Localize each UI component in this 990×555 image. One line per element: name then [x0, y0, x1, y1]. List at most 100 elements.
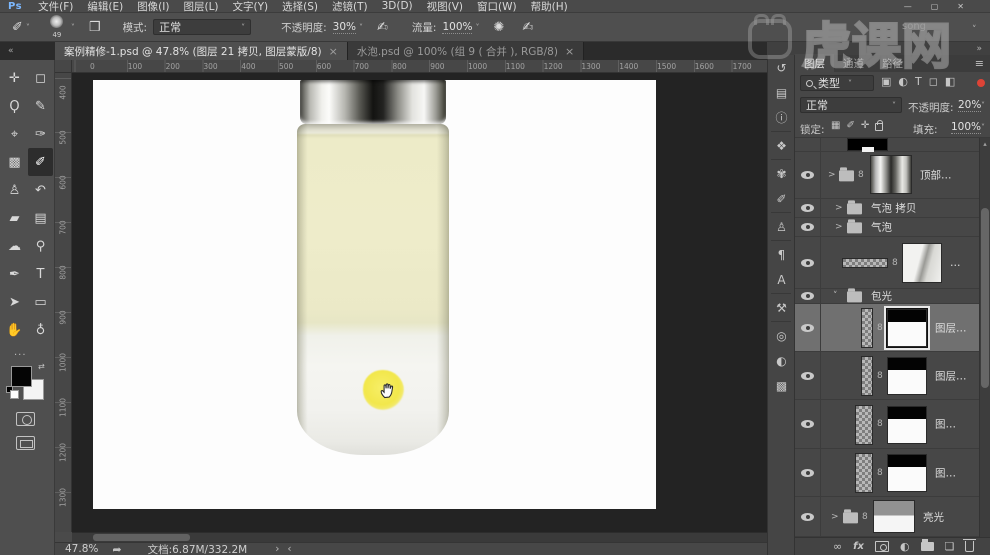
lock-pixels-icon[interactable]: ✐	[846, 120, 854, 131]
history-brush-tool[interactable]: ↶	[28, 176, 53, 204]
tab-layers[interactable]: 图层	[795, 54, 834, 73]
layer-row-partial[interactable]	[795, 138, 979, 152]
type-tool[interactable]: T	[28, 260, 53, 288]
visibility-eye-icon[interactable]	[801, 292, 814, 300]
smudge-tool[interactable]: ☁	[2, 232, 27, 260]
blend-mode-select[interactable]: 正常 ˅	[153, 19, 252, 35]
visibility-eye-icon[interactable]	[801, 512, 814, 521]
layer-thumbnail[interactable]	[855, 405, 873, 445]
tools-collapse-icon[interactable]: «	[0, 46, 55, 56]
opacity-value[interactable]: 30%	[332, 21, 356, 34]
layer-thumbnail[interactable]	[861, 356, 873, 396]
layer-mask-thumbnail[interactable]	[887, 357, 927, 395]
chevron-down-icon[interactable]: ˅	[981, 123, 985, 132]
visibility-eye-icon[interactable]	[801, 258, 814, 267]
brush-tool[interactable]: ✐	[28, 148, 53, 176]
eraser-tool[interactable]: ▰	[2, 204, 27, 232]
brush-presets-panel-icon[interactable]: ✾	[768, 161, 795, 186]
libraries-panel-icon[interactable]: ◎	[768, 323, 795, 348]
clone-stamp-tool[interactable]: ♙	[2, 176, 27, 204]
layer-mask-thumbnail[interactable]	[902, 243, 942, 283]
layer-opacity-value[interactable]: 20%	[958, 99, 982, 112]
menu-item[interactable]: 图层(L)	[176, 0, 225, 14]
expand-arrow-icon[interactable]: >	[835, 203, 843, 213]
delete-layer-icon[interactable]	[963, 539, 977, 552]
new-layer-icon[interactable]: ❏	[945, 541, 955, 552]
menu-item[interactable]: 编辑(E)	[80, 0, 130, 14]
history-panel-icon[interactable]: ↺	[768, 55, 795, 80]
more-tools-icon[interactable]: ···	[14, 350, 27, 361]
adjustments-panel-icon[interactable]: ◐	[768, 348, 795, 373]
layer-mask-thumbnail[interactable]	[873, 500, 915, 533]
default-colors-icon[interactable]	[6, 386, 19, 399]
tool-presets-panel-icon[interactable]: ⚒	[768, 295, 795, 320]
screen-mode-icon[interactable]	[16, 436, 35, 450]
layer-blend-mode-select[interactable]: 正常 ˅	[800, 97, 902, 113]
tab-paths[interactable]: 路径	[873, 54, 912, 73]
properties-panel-icon[interactable]: ❖	[768, 133, 795, 158]
layer-name[interactable]: 图…	[935, 465, 956, 480]
fill-value[interactable]: 100%	[951, 121, 982, 134]
actions-panel-icon[interactable]: ▤	[768, 80, 795, 105]
maximize-icon[interactable]: ▢	[931, 2, 939, 11]
layer-row-selected[interactable]: 8 图层…	[795, 304, 979, 352]
layer-mask-thumbnail[interactable]	[887, 406, 927, 444]
airbrush-icon[interactable]: ✺	[493, 21, 504, 34]
expand-arrow-icon[interactable]: >	[828, 170, 836, 180]
close-icon[interactable]: ✕	[957, 2, 964, 11]
foreground-color-swatch[interactable]	[11, 366, 32, 387]
lock-position-icon[interactable]: ✛	[861, 120, 869, 131]
pressure-size-icon[interactable]: ✍	[522, 21, 533, 34]
expand-arrow-icon[interactable]: >	[831, 512, 839, 522]
canvas-pasteboard[interactable]	[72, 73, 767, 532]
pressure-opacity-icon[interactable]: ✍	[377, 21, 388, 34]
quick-selection-tool[interactable]: ✎	[28, 92, 53, 120]
dock-collapse-icon[interactable]: »	[976, 44, 982, 54]
layer-row-group[interactable]: > 8 亮光	[795, 497, 979, 537]
brush-tool-icon[interactable]: ✐	[12, 21, 23, 34]
brush-preset-picker[interactable]: 49	[46, 15, 68, 39]
lock-transparency-icon[interactable]: ▦	[831, 120, 840, 131]
layer-name[interactable]: 气泡	[871, 220, 892, 235]
layer-mask-thumbnail[interactable]	[887, 454, 927, 492]
adjustment-layer-icon[interactable]: ◐	[900, 541, 910, 552]
menu-item[interactable]: 帮助(H)	[524, 0, 575, 14]
layer-thumbnail[interactable]	[855, 453, 873, 493]
panel-menu-icon[interactable]: ≡	[975, 57, 984, 70]
layer-row[interactable]: 8 图层…	[795, 352, 979, 400]
horizontal-scrollbar[interactable]	[72, 532, 767, 542]
layer-name[interactable]: …	[950, 257, 961, 269]
layer-row[interactable]: 8 图…	[795, 449, 979, 497]
layer-row-group[interactable]: > 8 顶部…	[795, 152, 979, 199]
menu-item[interactable]: 文件(F)	[31, 0, 80, 14]
chevron-down-icon[interactable]: ˅	[26, 23, 30, 32]
layer-row-group[interactable]: ˅ 包光	[795, 288, 979, 304]
layer-filter-toggle[interactable]	[977, 79, 985, 87]
layer-name[interactable]: 图层…	[935, 368, 967, 383]
document-tab-inactive[interactable]: 水泡.psd @ 100% (组 9 ( 合并 ), RGB/8) ×	[347, 42, 585, 60]
clone-source-panel-icon[interactable]: ♙	[768, 214, 795, 239]
swap-colors-icon[interactable]: ⇄	[38, 362, 45, 371]
status-next-icon[interactable]: ›	[275, 543, 279, 555]
menu-item[interactable]: 图像(I)	[130, 0, 176, 14]
character-panel-icon[interactable]: ¶	[768, 242, 795, 267]
brush-settings-panel-icon[interactable]: ✐	[768, 186, 795, 211]
info-panel-icon[interactable]: ⓘ	[768, 105, 795, 130]
layer-thumbnail[interactable]	[847, 138, 888, 152]
visibility-eye-icon[interactable]	[801, 204, 814, 212]
filter-smart-objects-icon[interactable]: ◧	[945, 75, 955, 88]
filter-pixel-layers-icon[interactable]: ▣	[881, 75, 891, 88]
layer-row[interactable]: 8 …	[795, 237, 979, 289]
layer-name[interactable]: 亮光	[923, 509, 944, 524]
menu-item[interactable]: 文字(Y)	[226, 0, 276, 14]
visibility-eye-icon[interactable]	[801, 171, 814, 179]
chevron-down-icon[interactable]: ˅	[359, 23, 363, 32]
chevron-down-icon[interactable]: ˅	[71, 23, 75, 32]
layer-mask-thumbnail[interactable]	[887, 309, 927, 347]
lasso-tool[interactable]: Ϙ	[2, 92, 27, 120]
dodge-tool[interactable]: ⚲	[28, 232, 53, 260]
tab-close-icon[interactable]: ×	[565, 45, 574, 58]
minimize-icon[interactable]: —	[904, 2, 912, 11]
expand-arrow-icon[interactable]: >	[835, 222, 843, 232]
layer-row[interactable]: 8 图…	[795, 400, 979, 449]
